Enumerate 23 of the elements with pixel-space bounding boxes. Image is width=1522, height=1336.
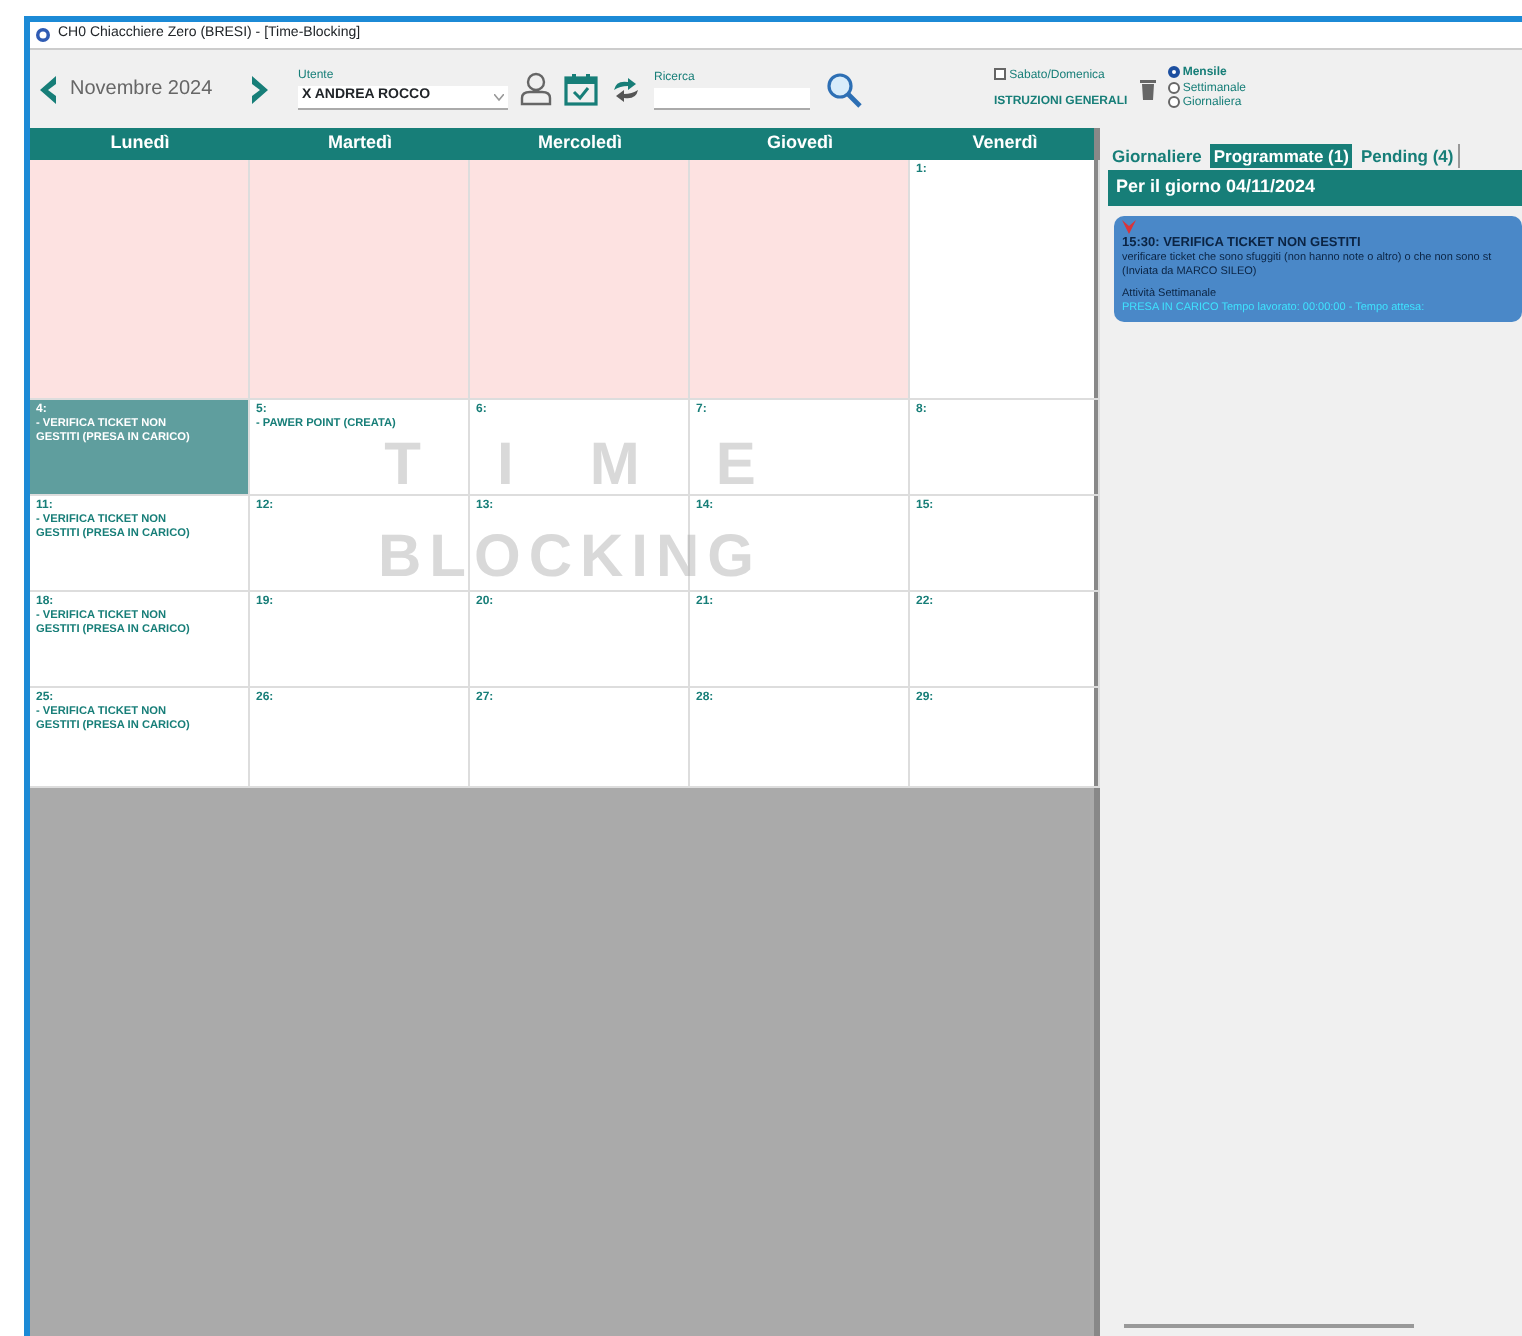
arrow-down-icon [1122, 219, 1136, 234]
activity-card[interactable] [1114, 215, 1522, 323]
search-field[interactable] [654, 87, 810, 109]
previous-month-icon[interactable] [38, 75, 58, 103]
app-icon [36, 28, 50, 42]
weekday-header: Lunedì [108, 130, 172, 157]
tab[interactable]: Giornaliere [1108, 144, 1206, 169]
tab[interactable]: Pending (4) [1356, 144, 1458, 169]
month-label: Novembre 2024 [70, 76, 215, 104]
user-icon[interactable] [520, 72, 552, 106]
tab[interactable]: Programmate (1) [1209, 144, 1353, 169]
weekday-header: Giovedì [764, 130, 835, 157]
calendar-check-icon[interactable] [564, 72, 598, 106]
scrollbar[interactable] [1124, 1324, 1414, 1328]
trash-icon[interactable] [1139, 78, 1156, 100]
weekday-header: Martedì [325, 130, 394, 157]
day-header: Per il giorno 04/11/2024 [1108, 170, 1522, 206]
weekday-header: Venerdì [970, 130, 1040, 157]
weekday-header: Mercoledì [535, 130, 624, 157]
refresh-icon[interactable] [610, 75, 642, 103]
next-month-icon[interactable] [250, 75, 270, 103]
search-icon[interactable] [826, 71, 862, 107]
caret-icon[interactable] [494, 93, 504, 101]
